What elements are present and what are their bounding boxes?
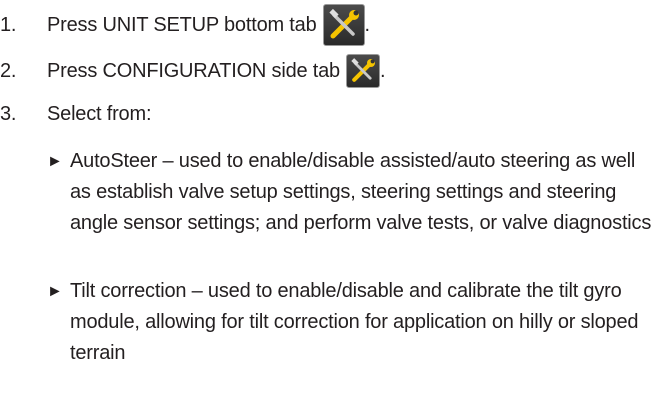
bullet-arrow-icon: ► xyxy=(47,153,63,170)
option-tilt-correction: ► Tilt correction – used to enable/disab… xyxy=(47,276,657,369)
step-3: 3. Select from: xyxy=(0,97,152,131)
step-suffix: . xyxy=(364,13,371,36)
step-text: Select from: xyxy=(47,102,152,125)
wrench-screwdriver-icon xyxy=(345,54,380,88)
step-text: Press UNIT SETUP bottom tab xyxy=(47,13,317,36)
step-number: 1. xyxy=(0,13,17,36)
step-number: 2. xyxy=(0,59,17,82)
step-1: 1. Press UNIT SETUP bottom tab . xyxy=(0,4,370,46)
option-text: Tilt correction – used to enable/disable… xyxy=(70,280,639,364)
wrench-screwdriver-icon xyxy=(322,4,365,46)
bullet-arrow-icon: ► xyxy=(47,283,63,300)
step-suffix: . xyxy=(379,59,386,82)
option-text: AutoSteer – used to enable/disable assis… xyxy=(70,150,652,234)
instruction-page: 1. Press UNIT SETUP bottom tab . 2. Pres… xyxy=(0,0,667,394)
step-2: 2. Press CONFIGURATION side tab . xyxy=(0,52,386,90)
step-text: Press CONFIGURATION side tab xyxy=(47,59,340,82)
step-number: 3. xyxy=(0,102,17,125)
option-autosteer: ► AutoSteer – used to enable/disable ass… xyxy=(47,146,657,239)
